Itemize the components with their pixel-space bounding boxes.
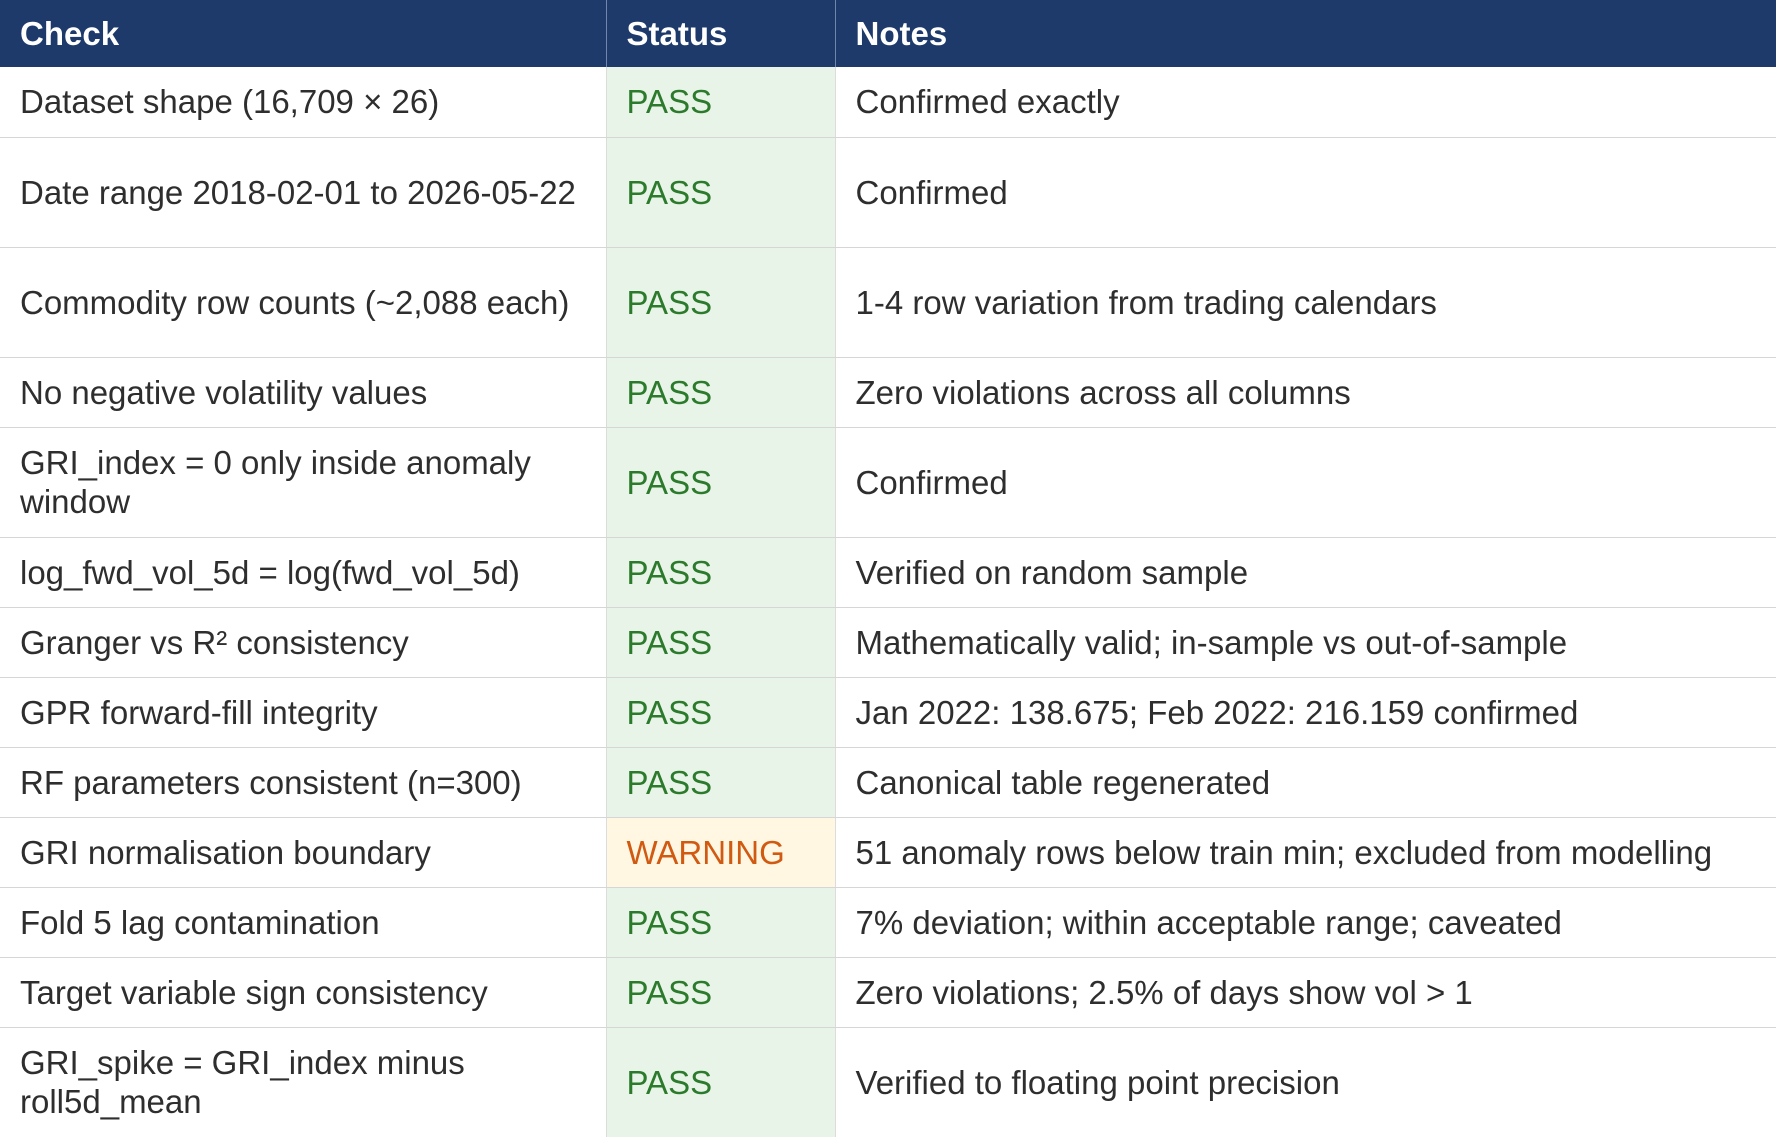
check-cell: GRI_spike = GRI_index minus roll5d_mean — [20, 1044, 465, 1121]
status-badge: PASS — [605, 747, 836, 818]
column-header-status: Status — [606, 0, 836, 67]
check-cell: Fold 5 lag contamination — [0, 887, 606, 958]
check-cell: GPR forward-fill integrity — [0, 677, 606, 748]
check-cell: GRI normalisation boundary — [0, 817, 606, 888]
table-row: GRI_spike = GRI_index minus roll5d_mean … — [0, 1027, 1776, 1137]
column-header-check: Check — [0, 0, 607, 67]
table-row: GRI_index = 0 only inside anomaly window… — [0, 427, 1776, 538]
notes-cell: Canonical table regenerated — [835, 747, 1776, 818]
notes-cell: Zero violations; 2.5% of days show vol >… — [835, 957, 1776, 1028]
table-row: RF parameters consistent (n=300) PASS Ca… — [0, 747, 1776, 818]
check-cell: Dataset shape (16,709 × 26) — [0, 67, 606, 138]
check-cell: GRI_index = 0 only inside anomaly window — [0, 427, 606, 538]
table-row: Target variable sign consistency PASS Ze… — [0, 957, 1776, 1028]
status-badge: PASS — [605, 957, 836, 1028]
check-cell: Date range 2018-02-01 to 2026-05-22 — [0, 137, 606, 248]
table-row: GPR forward-fill integrity PASS Jan 2022… — [0, 677, 1776, 748]
status-badge: PASS — [605, 427, 836, 538]
notes-cell: Verified to floating point precision — [855, 1063, 1340, 1101]
notes-cell: 1-4 row variation from trading calendars — [835, 247, 1776, 358]
check-cell: Commodity row counts (~2,088 each) — [0, 247, 606, 358]
column-header-notes: Notes — [835, 0, 1776, 67]
status-badge: PASS — [605, 67, 836, 138]
status-badge: PASS — [605, 607, 836, 678]
check-cell: Target variable sign consistency — [0, 957, 606, 1028]
notes-cell: Mathematically valid; in-sample vs out-o… — [835, 607, 1776, 678]
table-row: Commodity row counts (~2,088 each) PASS … — [0, 247, 1776, 358]
status-badge: PASS — [605, 247, 836, 358]
notes-cell: Jan 2022: 138.675; Feb 2022: 216.159 con… — [835, 677, 1776, 748]
table-header: Check Status Notes — [0, 0, 1776, 67]
status-badge-warning: WARNING — [605, 817, 836, 888]
check-cell: No negative volatility values — [0, 357, 606, 428]
table-body: Dataset shape (16,709 × 26) PASS Confirm… — [0, 67, 1776, 1137]
status-badge: PASS — [605, 357, 836, 428]
table-row: log_fwd_vol_5d = log(fwd_vol_5d) PASS Ve… — [0, 537, 1776, 608]
notes-cell: Confirmed — [835, 427, 1776, 538]
header-row: Check Status Notes — [0, 0, 1776, 67]
status-badge: PASS — [605, 677, 836, 748]
table-row: Granger vs R² consistency PASS Mathemati… — [0, 607, 1776, 678]
check-cell: RF parameters consistent (n=300) — [0, 747, 606, 818]
status-badge: PASS — [605, 887, 836, 958]
notes-cell: Confirmed — [835, 137, 1776, 248]
status-badge: PASS — [605, 1027, 836, 1137]
check-cell: log_fwd_vol_5d = log(fwd_vol_5d) — [0, 537, 606, 608]
notes-cell: 51 anomaly rows below train min; exclude… — [835, 817, 1776, 888]
notes-cell: 7% deviation; within acceptable range; c… — [835, 887, 1776, 958]
notes-cell: Zero violations across all columns — [835, 357, 1776, 428]
table-row: Fold 5 lag contamination PASS 7% deviati… — [0, 887, 1776, 958]
notes-cell: Confirmed exactly — [835, 67, 1776, 138]
notes-cell: Verified on random sample — [835, 537, 1776, 608]
check-cell: Granger vs R² consistency — [0, 607, 606, 678]
table-row: Dataset shape (16,709 × 26) PASS Confirm… — [0, 67, 1776, 138]
status-badge: PASS — [605, 537, 836, 608]
table-row: No negative volatility values PASS Zero … — [0, 357, 1776, 428]
table-row: GRI normalisation boundary WARNING 51 an… — [0, 817, 1776, 888]
status-badge: PASS — [605, 137, 836, 248]
table-row: Date range 2018-02-01 to 2026-05-22 PASS… — [0, 137, 1776, 248]
validation-table: Check Status Notes Dataset shape (16,709… — [0, 0, 1776, 1137]
